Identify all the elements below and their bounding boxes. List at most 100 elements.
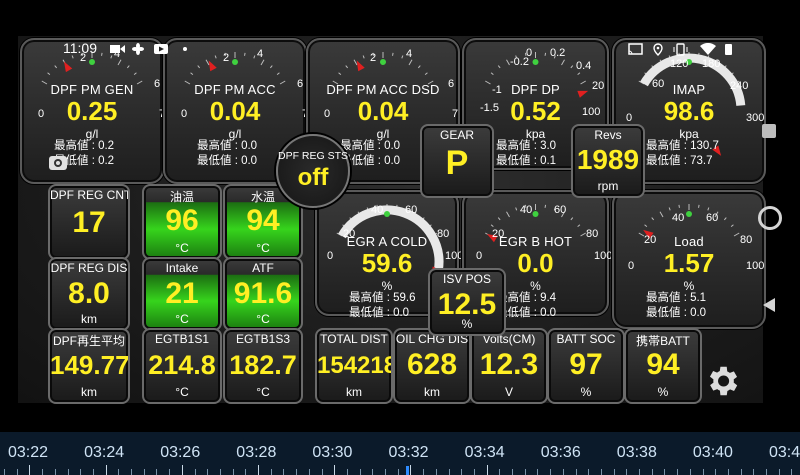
timeline-tick (626, 469, 628, 475)
max-value: 0.0 (384, 140, 401, 152)
green-marker (380, 59, 386, 65)
tile-value: 94 (246, 204, 280, 237)
timeline-tick (321, 469, 323, 475)
tile-title: Intake (165, 261, 199, 275)
gauge-title: DPF PM ACC DSD (326, 82, 440, 97)
gauge-value: 0.04 (357, 96, 409, 126)
gauge-tick-label: 180 (702, 58, 721, 70)
gauge-max-row: 最高値 : 130.7 (646, 140, 719, 152)
green-marker (232, 59, 238, 65)
tile-unit: km (81, 385, 97, 399)
tile-gear[interactable]: GEAR P (420, 124, 494, 198)
square-button[interactable] (762, 124, 776, 138)
gauge-min-row: 最低値 : 0.0 (646, 307, 707, 319)
location-icon (653, 43, 663, 56)
playback-timeline[interactable]: 03:22 03:24 03:26 03:28 03:30 03:32 03:34 03:36… (0, 432, 800, 475)
video-icon (110, 45, 125, 53)
timeline-tick (524, 469, 526, 475)
timeline-time-label: 03:32 (388, 444, 429, 461)
min-value: 73.7 (690, 155, 713, 167)
fan-icon (132, 43, 144, 55)
tile-value: 21 (165, 277, 199, 310)
max-value: 0.2 (98, 140, 115, 152)
battery-icon (725, 44, 732, 55)
gauge-tick-label: 40 (371, 204, 384, 216)
gauge-tick-label: 2 (370, 52, 377, 64)
gauge-load[interactable]: 40 60 20 80 0 100 Load 1.57% 最高値 : 5.1 最低値 : 0.0 (612, 190, 766, 329)
green-marker (532, 59, 539, 65)
gauge-tick-label: 60 (405, 204, 418, 216)
gauge-tick-label: 60 (554, 204, 567, 216)
gauge-tick-label: 60 (706, 212, 719, 224)
timeline-tick (4, 469, 5, 475)
gauge-max-row: 最高値 : 5.1 (646, 292, 707, 304)
tile-unit: km (346, 385, 362, 399)
tile-atf[interactable]: ATF 91.6 °C (223, 257, 303, 331)
back-triangle-button[interactable] (762, 297, 776, 313)
min-value: 0.2 (98, 155, 115, 167)
camera-icon[interactable] (48, 152, 68, 172)
tile-oil-temp[interactable]: 油温 96 °C (142, 184, 222, 260)
tile-value: 628 (406, 348, 458, 381)
gauge-min-row: 最低値 : 0.1 (496, 155, 557, 167)
gauge-title: DPF PM GEN (50, 82, 134, 97)
timeline-tick (435, 469, 437, 475)
tile-title: EGTB1S3 (235, 332, 291, 346)
timeline-time-label: 03:4 (769, 444, 800, 461)
timeline-tick (639, 469, 640, 475)
tile-title: DPF再生平均 (52, 334, 125, 348)
min-value: 0.0 (690, 307, 707, 319)
timeline-tick (385, 469, 386, 475)
green-marker (384, 211, 390, 217)
timeline-tick (105, 465, 107, 475)
tile-title: EGTB1S1 (154, 332, 210, 346)
tile-egtb1s1[interactable]: EGTB1S1 214.8 °C (142, 328, 222, 404)
status-left-icons (110, 43, 187, 55)
gauge-max-row: 最高値 : 59.6 (349, 292, 416, 304)
timeline-tick (613, 469, 615, 475)
tile-revs[interactable]: Revs 1989 rpm (571, 124, 645, 198)
gauge-dpf-pm-gen[interactable]: 24607DPF PM GEN0.25g/l最高値 : 0.2最低値 : 0.2 (20, 38, 165, 184)
youtube-icon (154, 44, 168, 54)
timeline-tick (766, 469, 767, 475)
tile-volts[interactable]: Volts(CM) 12.3 V (470, 328, 548, 404)
timeline-tick (651, 469, 653, 475)
tile-batt-soc[interactable]: BATT SOC 97 % (547, 328, 625, 404)
tile-egtb1s3[interactable]: EGTB1S3 182.7 °C (223, 328, 303, 404)
tile-unit: °C (175, 312, 189, 326)
min-label: 最低値 (197, 155, 232, 167)
home-circle-button[interactable] (758, 206, 782, 230)
tile-dpf-avg[interactable]: DPF再生平均 149.77 km (48, 328, 130, 404)
min-value: 0.0 (241, 155, 258, 167)
tile-value: 149.77 (50, 350, 130, 380)
tile-value: 17 (72, 206, 106, 239)
tile-oil-chg-dis[interactable]: OIL CHG DIS 628 km (393, 328, 471, 404)
timeline-tick (42, 469, 44, 475)
timeline-tick (245, 469, 247, 475)
tile-value: 12.3 (479, 348, 539, 381)
timeline-tick (537, 469, 539, 475)
gauge-value: 0.25 (66, 96, 118, 126)
gauge-dpf-reg-sts[interactable]: DPF REG STS off (276, 134, 350, 208)
tile-title: Revs (594, 128, 622, 142)
green-marker (89, 59, 95, 65)
tile-dpf-reg-dis[interactable]: DPF REG DIS 8.0 km (48, 257, 130, 331)
tile-phone-batt[interactable]: 携帯BATT 94 % (624, 328, 702, 404)
timeline-tick (80, 469, 82, 475)
settings-gear-icon[interactable] (703, 362, 741, 400)
tile-unit: km (424, 385, 440, 399)
gauge-min-row: 最低値 : 73.7 (646, 155, 713, 167)
timeline-time-label: 03:38 (616, 444, 657, 461)
timeline-playhead[interactable] (406, 466, 409, 475)
tile-unit: °C (256, 385, 270, 399)
tile-intake[interactable]: Intake 21 °C (142, 257, 222, 331)
tile-isv-pos[interactable]: ISV POS 12.5 % (428, 268, 506, 336)
tile-value: P (445, 144, 469, 182)
tile-dpf-reg-cnt[interactable]: DPF REG CNT 17 (48, 184, 130, 260)
tile-unit: % (580, 385, 592, 399)
min-label: 最低値 (496, 155, 531, 167)
max-value: 0.0 (241, 140, 258, 152)
tile-total-dist[interactable]: TOTAL DIST 154218 km (315, 328, 393, 404)
tile-title: DPF REG CNT (50, 188, 130, 202)
tile-title: GEAR (439, 128, 474, 142)
